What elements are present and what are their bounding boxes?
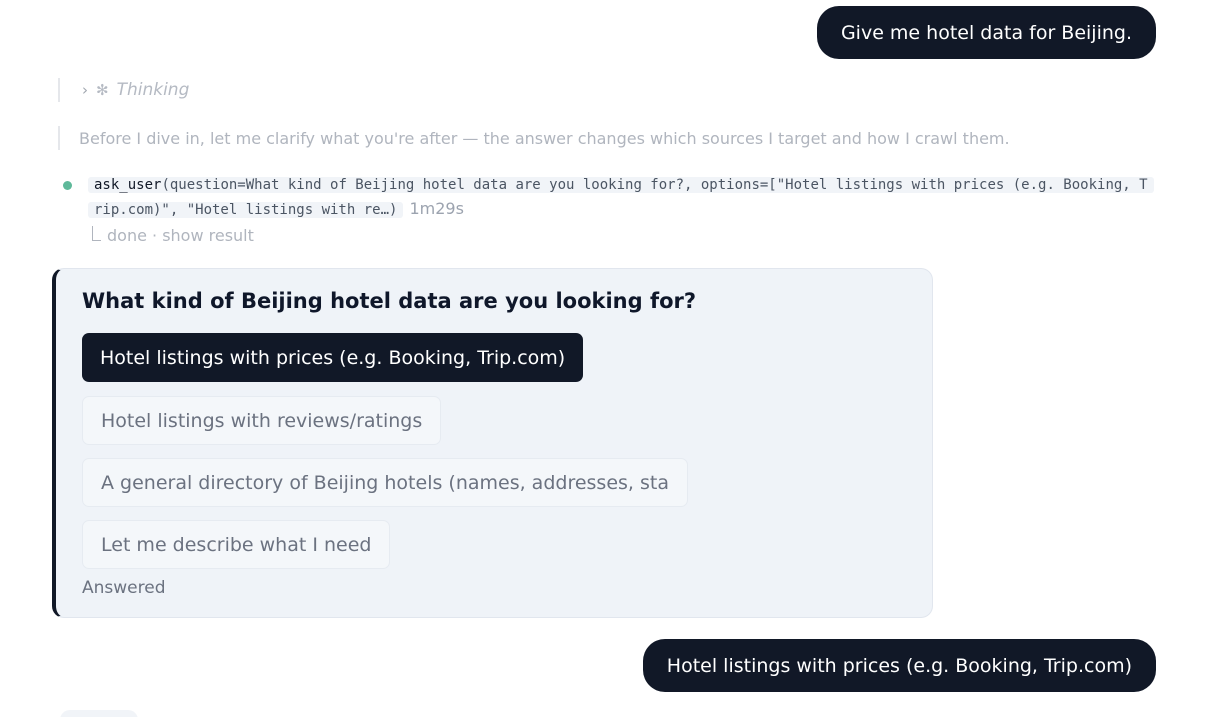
chat-page: Give me hotel data for Beijing. › ✻ Thin…	[0, 0, 1216, 717]
option-button-describe[interactable]: Let me describe what I need	[82, 520, 391, 569]
tool-result-status: done · show result	[107, 226, 254, 245]
ask-user-card: What kind of Beijing hotel data are you …	[52, 268, 933, 618]
thinking-label: Thinking	[116, 80, 190, 100]
tool-call-args: (question=What kind of Beijing hotel dat…	[94, 177, 1148, 218]
tool-result-toggle[interactable]: done · show result	[92, 226, 254, 245]
thinking-toggle[interactable]: › ✻ Thinking	[58, 78, 189, 102]
next-message-stub	[60, 710, 138, 717]
question-title: What kind of Beijing hotel data are you …	[82, 289, 697, 313]
tree-elbow-icon	[92, 226, 101, 241]
answered-status: Answered	[82, 578, 166, 598]
tool-status-dot	[63, 181, 72, 190]
option-button-directory[interactable]: A general directory of Beijing hotels (n…	[82, 458, 688, 507]
tool-call-code: ask_user(question=What kind of Beijing h…	[88, 177, 1154, 218]
sparkle-icon: ✻	[96, 81, 109, 99]
user-message-answer: Hotel listings with prices (e.g. Booking…	[642, 639, 1156, 692]
option-button-prices[interactable]: Hotel listings with prices (e.g. Booking…	[82, 333, 584, 382]
chevron-right-icon: ›	[82, 81, 88, 99]
user-message-prompt: Give me hotel data for Beijing.	[816, 6, 1156, 59]
option-button-reviews[interactable]: Hotel listings with reviews/ratings	[82, 396, 442, 445]
tool-call-duration: 1m29s	[409, 199, 464, 218]
tool-call-name: ask_user	[94, 177, 162, 193]
tool-call-line: ask_user(question=What kind of Beijing h…	[88, 173, 1156, 222]
assistant-clarify-text: Before I dive in, let me clarify what yo…	[58, 126, 1010, 150]
